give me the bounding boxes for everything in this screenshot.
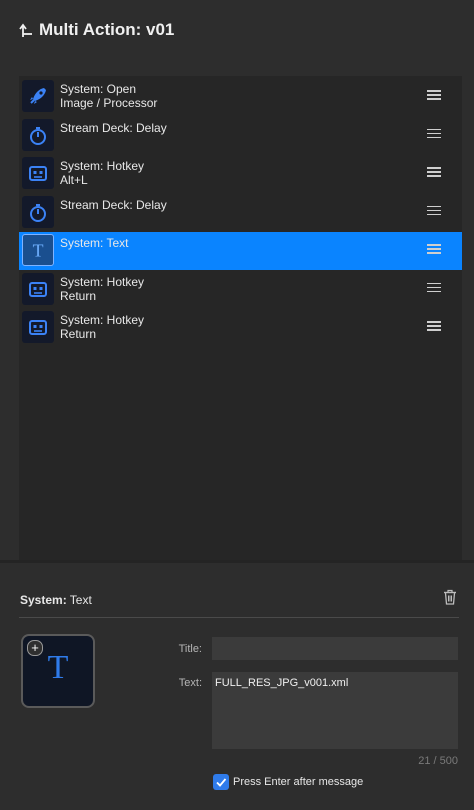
action-row[interactable]: Stream Deck: Delay (19, 194, 462, 232)
svg-text:T: T (33, 241, 44, 261)
text-t-icon: T (33, 241, 44, 261)
stopwatch-icon (30, 126, 46, 145)
action-label: System: Hotkey Return (60, 274, 145, 303)
drag-handle-icon[interactable] (427, 244, 441, 254)
action-label: System: Hotkey Return (60, 313, 145, 341)
action-label: System: Text (60, 236, 129, 250)
title-input[interactable] (212, 637, 458, 660)
text-t-icon: T (47, 649, 69, 686)
action-row[interactable]: System: Hotkey Return (19, 309, 462, 347)
action-list: System: Open Image / Processor Stream Dec… (0, 76, 462, 560)
hotkey-robot-icon (29, 166, 47, 181)
action-icon-box (22, 118, 54, 151)
action-icon-box (22, 80, 54, 112)
checkmark-icon (216, 778, 227, 787)
rocket-icon (30, 88, 46, 104)
action-label: System: Open Image / Processor (60, 82, 158, 110)
action-icon-box (22, 272, 54, 305)
drag-handle-icon[interactable] (427, 282, 441, 293)
press-enter-label: Press Enter after message (233, 776, 364, 788)
trash-icon[interactable] (443, 589, 457, 605)
action-icon-box (22, 157, 54, 189)
action-icon-box (22, 195, 54, 228)
text-field-label: Text: (178, 677, 202, 689)
return-arrow-icon[interactable] (19, 22, 33, 38)
hotkey-robot-icon (29, 281, 47, 297)
action-row[interactable]: Stream Deck: Delay (19, 117, 462, 155)
action-label: Stream Deck: Delay (60, 120, 167, 135)
text-input[interactable]: FULL_RES_JPG_v001.xml (212, 672, 458, 749)
action-row[interactable]: System: Open Image / Processor (19, 78, 462, 116)
title-field-label: Title: (178, 643, 202, 655)
drag-handle-icon[interactable] (427, 90, 441, 100)
key-image-preview[interactable]: + T (21, 634, 95, 708)
drag-handle-icon[interactable] (427, 205, 441, 216)
action-label: System: Hotkey Alt+L (60, 159, 145, 187)
drag-handle-icon[interactable] (427, 128, 441, 139)
details-title-action: Text (66, 593, 92, 607)
hotkey-robot-icon (29, 320, 47, 335)
details-divider (19, 617, 459, 618)
drag-handle-icon[interactable] (427, 167, 441, 177)
action-label: Stream Deck: Delay (60, 197, 167, 212)
header: Multi Action: v01 (0, 0, 474, 62)
action-icon-box: T (22, 234, 54, 266)
action-row[interactable]: System: Hotkey Return (19, 271, 462, 309)
drag-handle-icon[interactable] (427, 321, 441, 331)
action-details-panel: System: Text + T Title: Text: FULL_RES_J… (0, 563, 474, 810)
press-enter-checkbox[interactable] (213, 774, 229, 790)
character-count: 21 / 500 (418, 755, 458, 767)
action-row[interactable]: System: Hotkey Alt+L (19, 155, 462, 193)
action-row[interactable]: T System: Text (19, 232, 462, 270)
stopwatch-icon (30, 203, 46, 222)
action-icon-box (22, 311, 54, 343)
page-title: Multi Action: v01 (39, 20, 175, 39)
details-title-category: System: (20, 593, 67, 607)
details-title: System: Text (20, 593, 92, 607)
